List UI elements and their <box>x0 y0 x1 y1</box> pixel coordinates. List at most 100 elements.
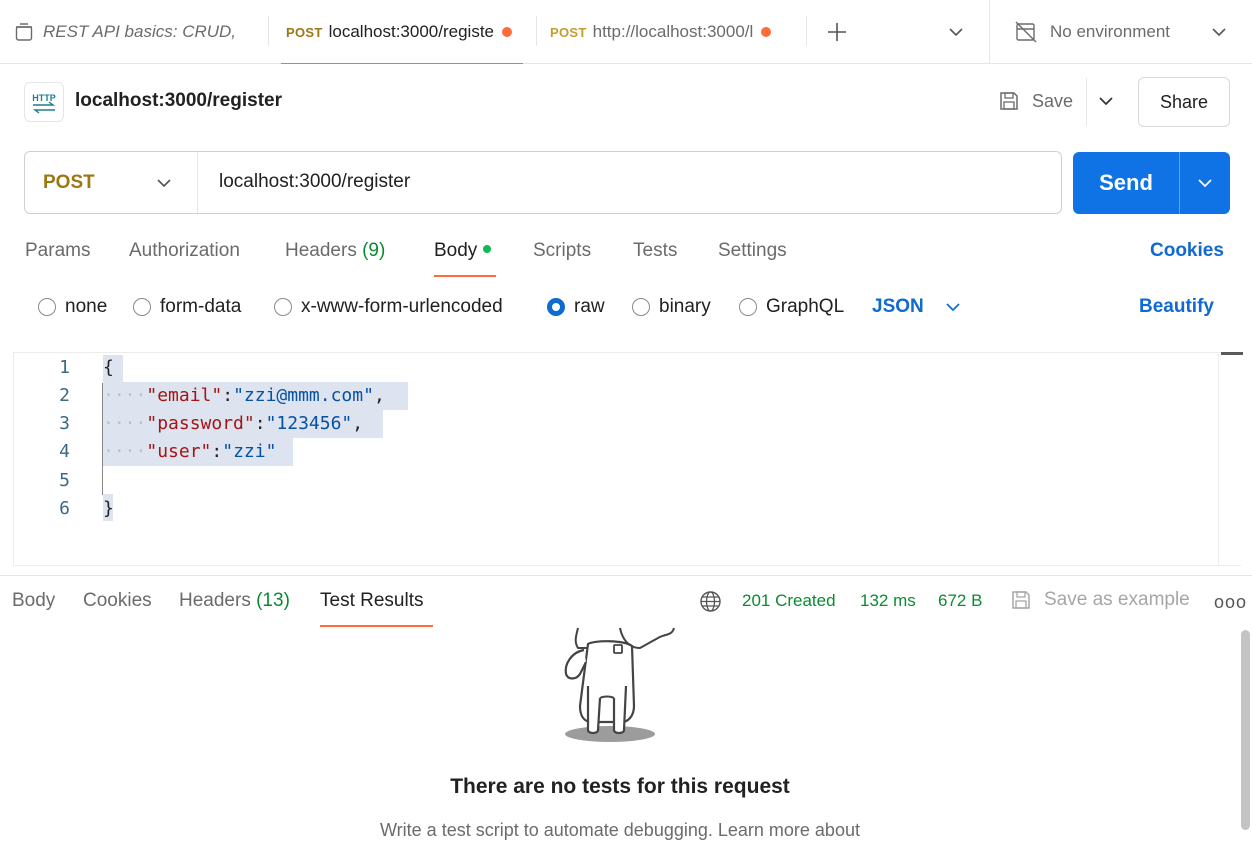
json-value: "zzi@mmm.com" <box>233 385 374 406</box>
tab-scripts[interactable]: Scripts <box>533 240 591 262</box>
code-line: ····"user":"zzi" <box>103 441 277 462</box>
active-tab-indicator <box>281 63 523 64</box>
json-value: "zzi" <box>222 441 277 462</box>
format-select[interactable]: JSON <box>872 296 962 318</box>
json-value: "123456" <box>265 413 353 434</box>
radio-urlencoded[interactable]: x-www-form-urlencoded <box>274 296 503 318</box>
save-icon <box>998 90 1020 112</box>
scroll-thumb[interactable] <box>1221 352 1243 355</box>
globe-icon[interactable] <box>699 590 722 618</box>
line-number: 5 <box>59 470 70 491</box>
unsaved-dot <box>761 27 772 37</box>
code-line: ····"password":"123456", <box>103 413 364 434</box>
editor-scrollbar[interactable] <box>1218 352 1243 566</box>
response-tab-headers[interactable]: Headers (13) <box>179 590 290 612</box>
tab-settings[interactable]: Settings <box>718 240 787 262</box>
active-tab-indicator <box>320 625 433 627</box>
status-badge[interactable]: 201 Created <box>742 591 836 611</box>
share-button[interactable]: Share <box>1138 77 1230 127</box>
radio-label: GraphQL <box>766 296 845 317</box>
no-environment-icon <box>1014 20 1038 44</box>
tab-separator <box>806 16 807 46</box>
environment-label: No environment <box>1050 22 1171 41</box>
response-tab-test-results[interactable]: Test Results <box>320 590 423 612</box>
body-indicator-dot <box>483 245 492 253</box>
tab-bar: REST API basics: CRUD, POST localhost:30… <box>0 0 1252 64</box>
radio-circle <box>133 298 151 316</box>
tab-body[interactable]: Body <box>434 240 492 262</box>
radio-circle <box>274 298 292 316</box>
tab-params[interactable]: Params <box>25 240 90 262</box>
radio-raw[interactable]: raw <box>547 296 605 318</box>
save-label: Save <box>1032 90 1074 111</box>
divider <box>1086 78 1087 126</box>
url-input[interactable]: localhost:3000/register <box>219 171 410 193</box>
response-tab-body[interactable]: Body <box>12 590 55 612</box>
tab-tests[interactable]: Tests <box>633 240 677 262</box>
radio-label: raw <box>574 296 605 317</box>
tab-method: POST <box>550 24 587 40</box>
radio-circle <box>739 298 757 316</box>
line-number: 3 <box>59 413 70 434</box>
code-line: { <box>103 357 114 378</box>
plus-icon[interactable] <box>826 21 848 48</box>
tab-rest-api-basics[interactable]: REST API basics: CRUD, <box>14 0 254 64</box>
code-line: } <box>103 498 114 519</box>
tab-separator <box>268 16 269 46</box>
tab-separator <box>536 16 537 46</box>
line-number: 6 <box>59 498 70 519</box>
empty-state-subtitle[interactable]: Write a test script to automate debuggin… <box>0 820 1240 841</box>
radio-form-data[interactable]: form-data <box>133 296 241 318</box>
send-button[interactable]: Send <box>1073 152 1230 214</box>
line-number: 2 <box>59 385 70 406</box>
cookies-link[interactable]: Cookies <box>1150 240 1224 262</box>
json-comma: , <box>352 413 364 434</box>
radio-none[interactable]: none <box>38 296 107 318</box>
http-badge-text: HTTP <box>32 93 56 103</box>
collection-icon <box>14 22 34 42</box>
radio-binary[interactable]: binary <box>632 296 711 318</box>
method-label: POST <box>43 171 95 193</box>
save-as-example-button[interactable]: Save as example <box>1010 589 1190 611</box>
tab-authorization[interactable]: Authorization <box>129 240 240 262</box>
tab-body-label: Body <box>434 240 478 261</box>
radio-circle <box>38 298 56 316</box>
radio-graphql[interactable]: GraphQL <box>739 296 844 318</box>
tab-label: http://localhost:3000/l <box>592 22 754 41</box>
empty-state-title: There are no tests for this request <box>450 775 790 798</box>
url-bar: POST localhost:3000/register <box>24 151 1062 214</box>
save-icon <box>1010 589 1032 611</box>
json-key: "password" <box>146 413 255 434</box>
response-size[interactable]: 672 B <box>938 591 982 611</box>
unsaved-dot <box>502 27 512 37</box>
code-line: ····"email":"zzi@mmm.com", <box>103 385 385 406</box>
response-divider[interactable] <box>0 575 1252 576</box>
close-brace: } <box>103 498 114 519</box>
tab-label: localhost:3000/registe <box>328 22 494 41</box>
chevron-down-icon[interactable] <box>947 24 965 45</box>
tab-separator <box>989 0 990 64</box>
beautify-button[interactable]: Beautify <box>1139 296 1214 318</box>
active-tab-indicator <box>434 275 496 277</box>
environment-selector[interactable]: No environment <box>1014 20 1234 44</box>
response-headers-count: (13) <box>256 590 290 611</box>
request-title[interactable]: localhost:3000/register <box>75 90 282 112</box>
response-time[interactable]: 132 ms <box>860 591 916 611</box>
save-button[interactable]: Save <box>998 86 1073 116</box>
radio-label: x-www-form-urlencoded <box>301 296 503 317</box>
send-options-chevron-icon[interactable] <box>1180 152 1230 214</box>
save-as-example-label: Save as example <box>1044 589 1190 610</box>
tab-login-request[interactable]: POST http://localhost:3000/l <box>550 0 796 64</box>
more-options-icon[interactable]: ooo <box>1214 592 1247 613</box>
tab-headers-label: Headers <box>285 240 357 261</box>
tab-register-request[interactable]: POST localhost:3000/registe <box>281 0 523 64</box>
radio-circle <box>632 298 650 316</box>
send-label: Send <box>1099 170 1153 195</box>
save-options-chevron-icon[interactable] <box>1096 90 1116 117</box>
tab-headers[interactable]: Headers (9) <box>285 240 385 262</box>
json-key: "email" <box>146 385 223 406</box>
response-tab-cookies[interactable]: Cookies <box>83 590 152 612</box>
response-scrollbar[interactable] <box>1241 630 1250 830</box>
indent-dots: ···· <box>103 441 147 462</box>
method-select[interactable]: POST <box>25 152 198 213</box>
